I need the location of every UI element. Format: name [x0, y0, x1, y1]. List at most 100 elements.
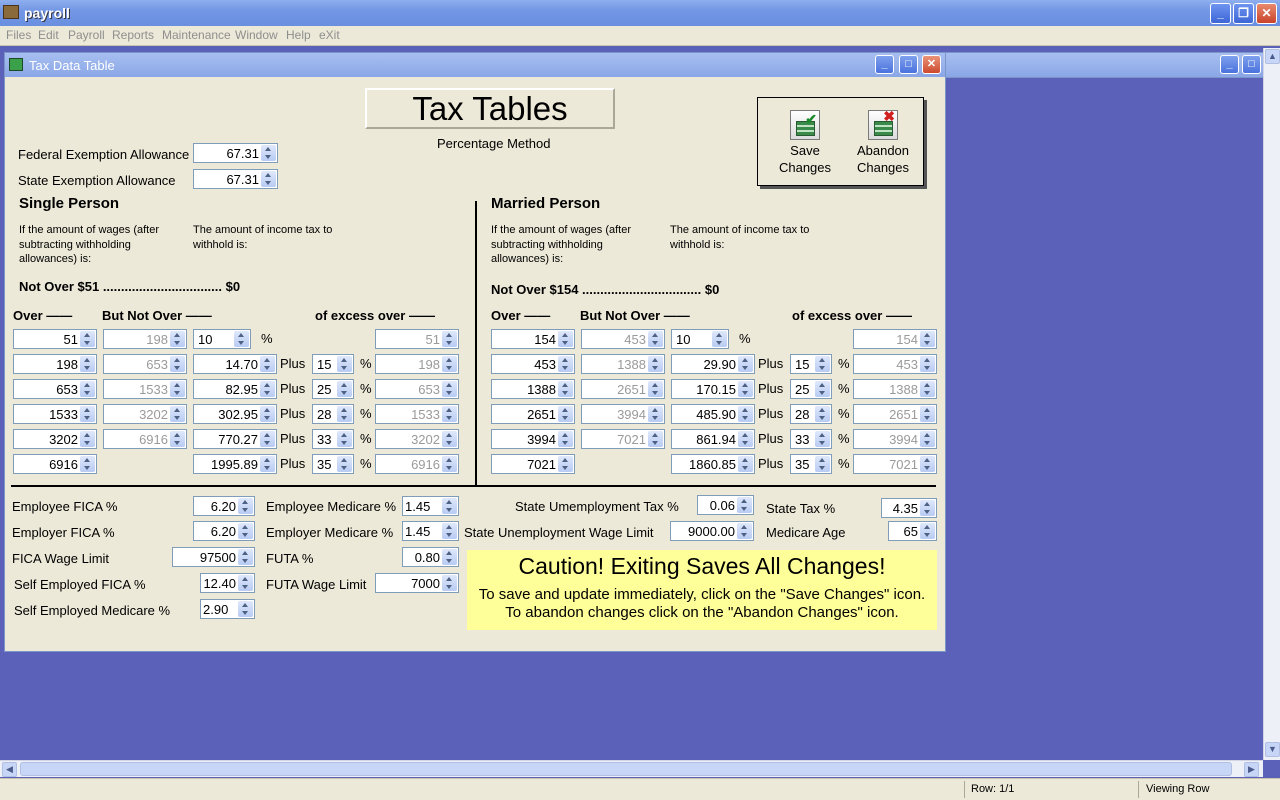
state-tax-spinner[interactable]: 4.35 [881, 498, 937, 518]
horizontal-scrollbar[interactable]: ◀ ▶ [0, 760, 1263, 777]
scroll-thumb[interactable] [20, 762, 1232, 776]
single-percent-sign: % [261, 331, 273, 346]
single-percent-spinner[interactable]: 35 [312, 454, 354, 474]
employee-fica-spinner[interactable]: 6.20 [193, 496, 255, 516]
scroll-left-icon[interactable]: ◀ [2, 762, 17, 777]
menu-window[interactable]: Window [235, 28, 278, 42]
minimize-icon[interactable]: _ [1220, 55, 1239, 74]
single-over-spinner[interactable]: 3202 [13, 429, 97, 449]
single-percent-spinner[interactable]: 25 [312, 379, 354, 399]
single-but-not-over-spinner[interactable]: 3202 [103, 404, 187, 424]
married-percent-spinner[interactable]: 35 [790, 454, 832, 474]
single-tax-spinner[interactable]: 82.95 [193, 379, 277, 399]
married-excess-over-spinner[interactable]: 2651 [853, 404, 937, 424]
futa-wage-limit-spinner[interactable]: 7000 [375, 573, 459, 593]
employer-fica-spinner[interactable]: 6.20 [193, 521, 255, 541]
close-icon[interactable]: ✕ [922, 55, 941, 74]
self-employed-medicare-spinner[interactable]: 2.90 [200, 599, 255, 619]
state-exemption-spinner[interactable]: 67.31 [193, 169, 278, 189]
single-excess-over-spinner[interactable]: 3202 [375, 429, 459, 449]
vertical-scrollbar[interactable]: ▲ ▼ [1263, 48, 1280, 760]
abandon-changes-button[interactable]: ✖ Abandon Changes [852, 108, 914, 176]
married-over-spinner[interactable]: 154 [491, 329, 575, 349]
single-tax-spinner[interactable]: 14.70 [193, 354, 277, 374]
married-over-spinner[interactable]: 7021 [491, 454, 575, 474]
single-tax-spinner[interactable]: 1995.89 [193, 454, 277, 474]
single-over-spinner[interactable]: 51 [13, 329, 97, 349]
single-over-spinner[interactable]: 6916 [13, 454, 97, 474]
menu-payroll[interactable]: Payroll [68, 28, 105, 42]
married-but-not-over-spinner[interactable]: 7021 [581, 429, 665, 449]
futa-spinner[interactable]: 0.80 [402, 547, 459, 567]
married-excess-over-spinner[interactable]: 1388 [853, 379, 937, 399]
scroll-right-icon[interactable]: ▶ [1244, 762, 1259, 777]
menu-exit[interactable]: eXit [319, 28, 340, 42]
single-tax-spinner[interactable]: 10 [193, 329, 251, 349]
single-excess-over-spinner[interactable]: 1533 [375, 404, 459, 424]
single-percent-spinner[interactable]: 28 [312, 404, 354, 424]
married-but-not-over-spinner[interactable]: 453 [581, 329, 665, 349]
single-tax-spinner[interactable]: 770.27 [193, 429, 277, 449]
close-icon[interactable]: ✕ [1256, 3, 1277, 24]
single-over-spinner[interactable]: 653 [13, 379, 97, 399]
menu-edit[interactable]: Edit [38, 28, 59, 42]
single-excess-over-spinner[interactable]: 653 [375, 379, 459, 399]
married-tax-spinner[interactable]: 1860.85 [671, 454, 755, 474]
married-over-spinner[interactable]: 3994 [491, 429, 575, 449]
married-percent-spinner[interactable]: 15 [790, 354, 832, 374]
maximize-icon[interactable]: □ [1242, 55, 1261, 74]
single-but-not-over-spinner[interactable]: 1533 [103, 379, 187, 399]
married-over-spinner[interactable]: 2651 [491, 404, 575, 424]
married-tax-spinner[interactable]: 10 [671, 329, 729, 349]
background-window-title-bar[interactable]: _ □ [946, 52, 1264, 78]
single-excess-over-spinner[interactable]: 6916 [375, 454, 459, 474]
restore-icon[interactable]: ❐ [1233, 3, 1254, 24]
employer-medicare-spinner[interactable]: 1.45 [402, 521, 459, 541]
married-but-not-over-spinner[interactable]: 1388 [581, 354, 665, 374]
state-unemployment-tax-spinner[interactable]: 0.06 [697, 495, 754, 515]
window-title-bar[interactable]: Tax Data Table _ □ ✕ [5, 53, 945, 77]
married-excess-over-spinner[interactable]: 453 [853, 354, 937, 374]
menu-help[interactable]: Help [286, 28, 311, 42]
single-but-not-over-spinner[interactable]: 6916 [103, 429, 187, 449]
married-over-spinner[interactable]: 1388 [491, 379, 575, 399]
married-percent-spinner[interactable]: 33 [790, 429, 832, 449]
state-unemployment-wage-spinner[interactable]: 9000.00 [670, 521, 754, 541]
maximize-icon[interactable]: □ [899, 55, 918, 74]
married-tax-spinner[interactable]: 170.15 [671, 379, 755, 399]
single-but-not-over-spinner[interactable]: 653 [103, 354, 187, 374]
employee-medicare-spinner[interactable]: 1.45 [402, 496, 459, 516]
minimize-icon[interactable]: _ [1210, 3, 1231, 24]
married-tax-spinner[interactable]: 485.90 [671, 404, 755, 424]
married-excess-over-spinner[interactable]: 154 [853, 329, 937, 349]
single-percent-spinner[interactable]: 15 [312, 354, 354, 374]
married-plus-label: Plus [758, 431, 784, 446]
single-tax-spinner[interactable]: 302.95 [193, 404, 277, 424]
married-over-spinner[interactable]: 453 [491, 354, 575, 374]
scroll-down-icon[interactable]: ▼ [1265, 742, 1280, 757]
married-but-not-over-spinner[interactable]: 2651 [581, 379, 665, 399]
self-employed-fica-spinner[interactable]: 12.40 [200, 573, 255, 593]
single-over-spinner[interactable]: 1533 [13, 404, 97, 424]
married-but-not-over-spinner[interactable]: 3994 [581, 404, 665, 424]
married-tax-spinner[interactable]: 861.94 [671, 429, 755, 449]
married-percent-spinner[interactable]: 25 [790, 379, 832, 399]
married-excess-over-spinner[interactable]: 3994 [853, 429, 937, 449]
minimize-icon[interactable]: _ [875, 55, 894, 74]
save-changes-button[interactable]: ✔ Save Changes [774, 110, 836, 176]
single-over-spinner[interactable]: 198 [13, 354, 97, 374]
medicare-age-spinner[interactable]: 65 [888, 521, 937, 541]
menu-files[interactable]: Files [6, 28, 31, 42]
married-excess-over-spinner[interactable]: 7021 [853, 454, 937, 474]
married-tax-spinner[interactable]: 29.90 [671, 354, 755, 374]
fica-wage-limit-spinner[interactable]: 97500 [172, 547, 255, 567]
single-percent-spinner[interactable]: 33 [312, 429, 354, 449]
single-excess-over-spinner[interactable]: 51 [375, 329, 459, 349]
single-excess-over-spinner[interactable]: 198 [375, 354, 459, 374]
married-percent-spinner[interactable]: 28 [790, 404, 832, 424]
scroll-up-icon[interactable]: ▲ [1265, 49, 1280, 64]
federal-exemption-spinner[interactable]: 67.31 [193, 143, 278, 163]
menu-maintenance[interactable]: Maintenance [162, 28, 231, 42]
single-but-not-over-spinner[interactable]: 198 [103, 329, 187, 349]
menu-reports[interactable]: Reports [112, 28, 154, 42]
